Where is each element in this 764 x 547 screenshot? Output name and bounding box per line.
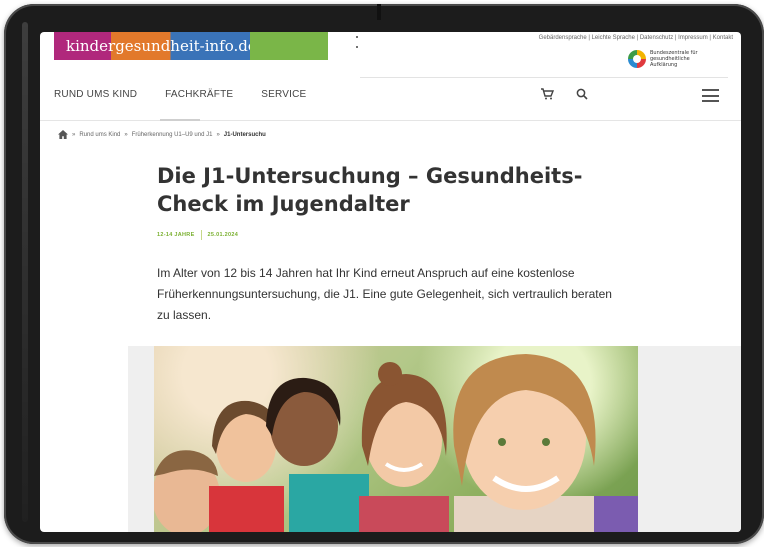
bzga-emblem-icon <box>628 50 646 68</box>
nav-item-rund-ums-kind[interactable]: RUND UMS KIND <box>54 89 137 100</box>
age-tag[interactable]: 12-14 JAHRE <box>157 232 195 238</box>
article-lead: Im Alter von 12 bis 14 Jahren hat Ihr Ki… <box>157 266 612 322</box>
hero-image <box>154 346 638 532</box>
nav-active-indicator <box>160 119 200 121</box>
site-logo[interactable]: kindergesundheit-info.de <box>54 32 266 60</box>
publish-date: 25.01.2024 <box>207 232 239 238</box>
nav-item-fachkraefte[interactable]: FACHKRÄFTE <box>165 89 233 100</box>
breadcrumb-item[interactable]: Früherkennung U1–U9 und J1 <box>132 132 213 138</box>
breadcrumb-current: J1-Untersuchu <box>223 131 266 138</box>
smiling-teenagers-photo <box>154 354 638 532</box>
partner-logo[interactable]: Bundeszentrale für gesundheitliche Aufkl… <box>628 50 710 68</box>
breadcrumb-separator: » <box>124 131 128 138</box>
nav-divider <box>40 120 741 121</box>
hamburger-menu-icon[interactable] <box>702 89 719 102</box>
tablet-frame: kindergesundheit-info.de Gebärdensprache… <box>4 4 764 544</box>
article-meta: 12-14 JAHRE 25.01.2024 <box>157 230 238 240</box>
utility-links[interactable]: Gebärdensprache | Leichte Sprache | Date… <box>539 35 733 41</box>
device-edge-mark <box>377 4 381 20</box>
nav-icon-group <box>540 88 588 103</box>
cart-icon[interactable] <box>540 88 555 103</box>
breadcrumb: » Rund ums Kind » Früherkennung U1–U9 un… <box>58 130 266 139</box>
nav-overlay <box>334 78 468 116</box>
main-nav: RUND UMS KIND FACHKRÄFTE SERVICE V <box>54 89 341 100</box>
meta-separator <box>200 230 202 240</box>
browser-screen: kindergesundheit-info.de Gebärdensprache… <box>40 32 741 532</box>
decorative-dot <box>356 36 358 38</box>
breadcrumb-separator: » <box>216 131 220 138</box>
logo-accent-block <box>266 32 328 60</box>
search-icon[interactable] <box>576 88 588 103</box>
partner-logo-text: Bundeszentrale für gesundheitliche Aufkl… <box>650 50 698 68</box>
breadcrumb-separator: » <box>72 131 76 138</box>
site-logo-text: kindergesundheit-info.de <box>66 37 257 55</box>
home-icon[interactable] <box>58 130 68 139</box>
breadcrumb-item[interactable]: Rund ums Kind <box>79 132 120 138</box>
article-title: Die J1-Untersuchung – Gesundheits-Check … <box>157 164 583 216</box>
nav-item-service[interactable]: SERVICE <box>261 89 306 100</box>
decorative-dot <box>356 46 358 48</box>
